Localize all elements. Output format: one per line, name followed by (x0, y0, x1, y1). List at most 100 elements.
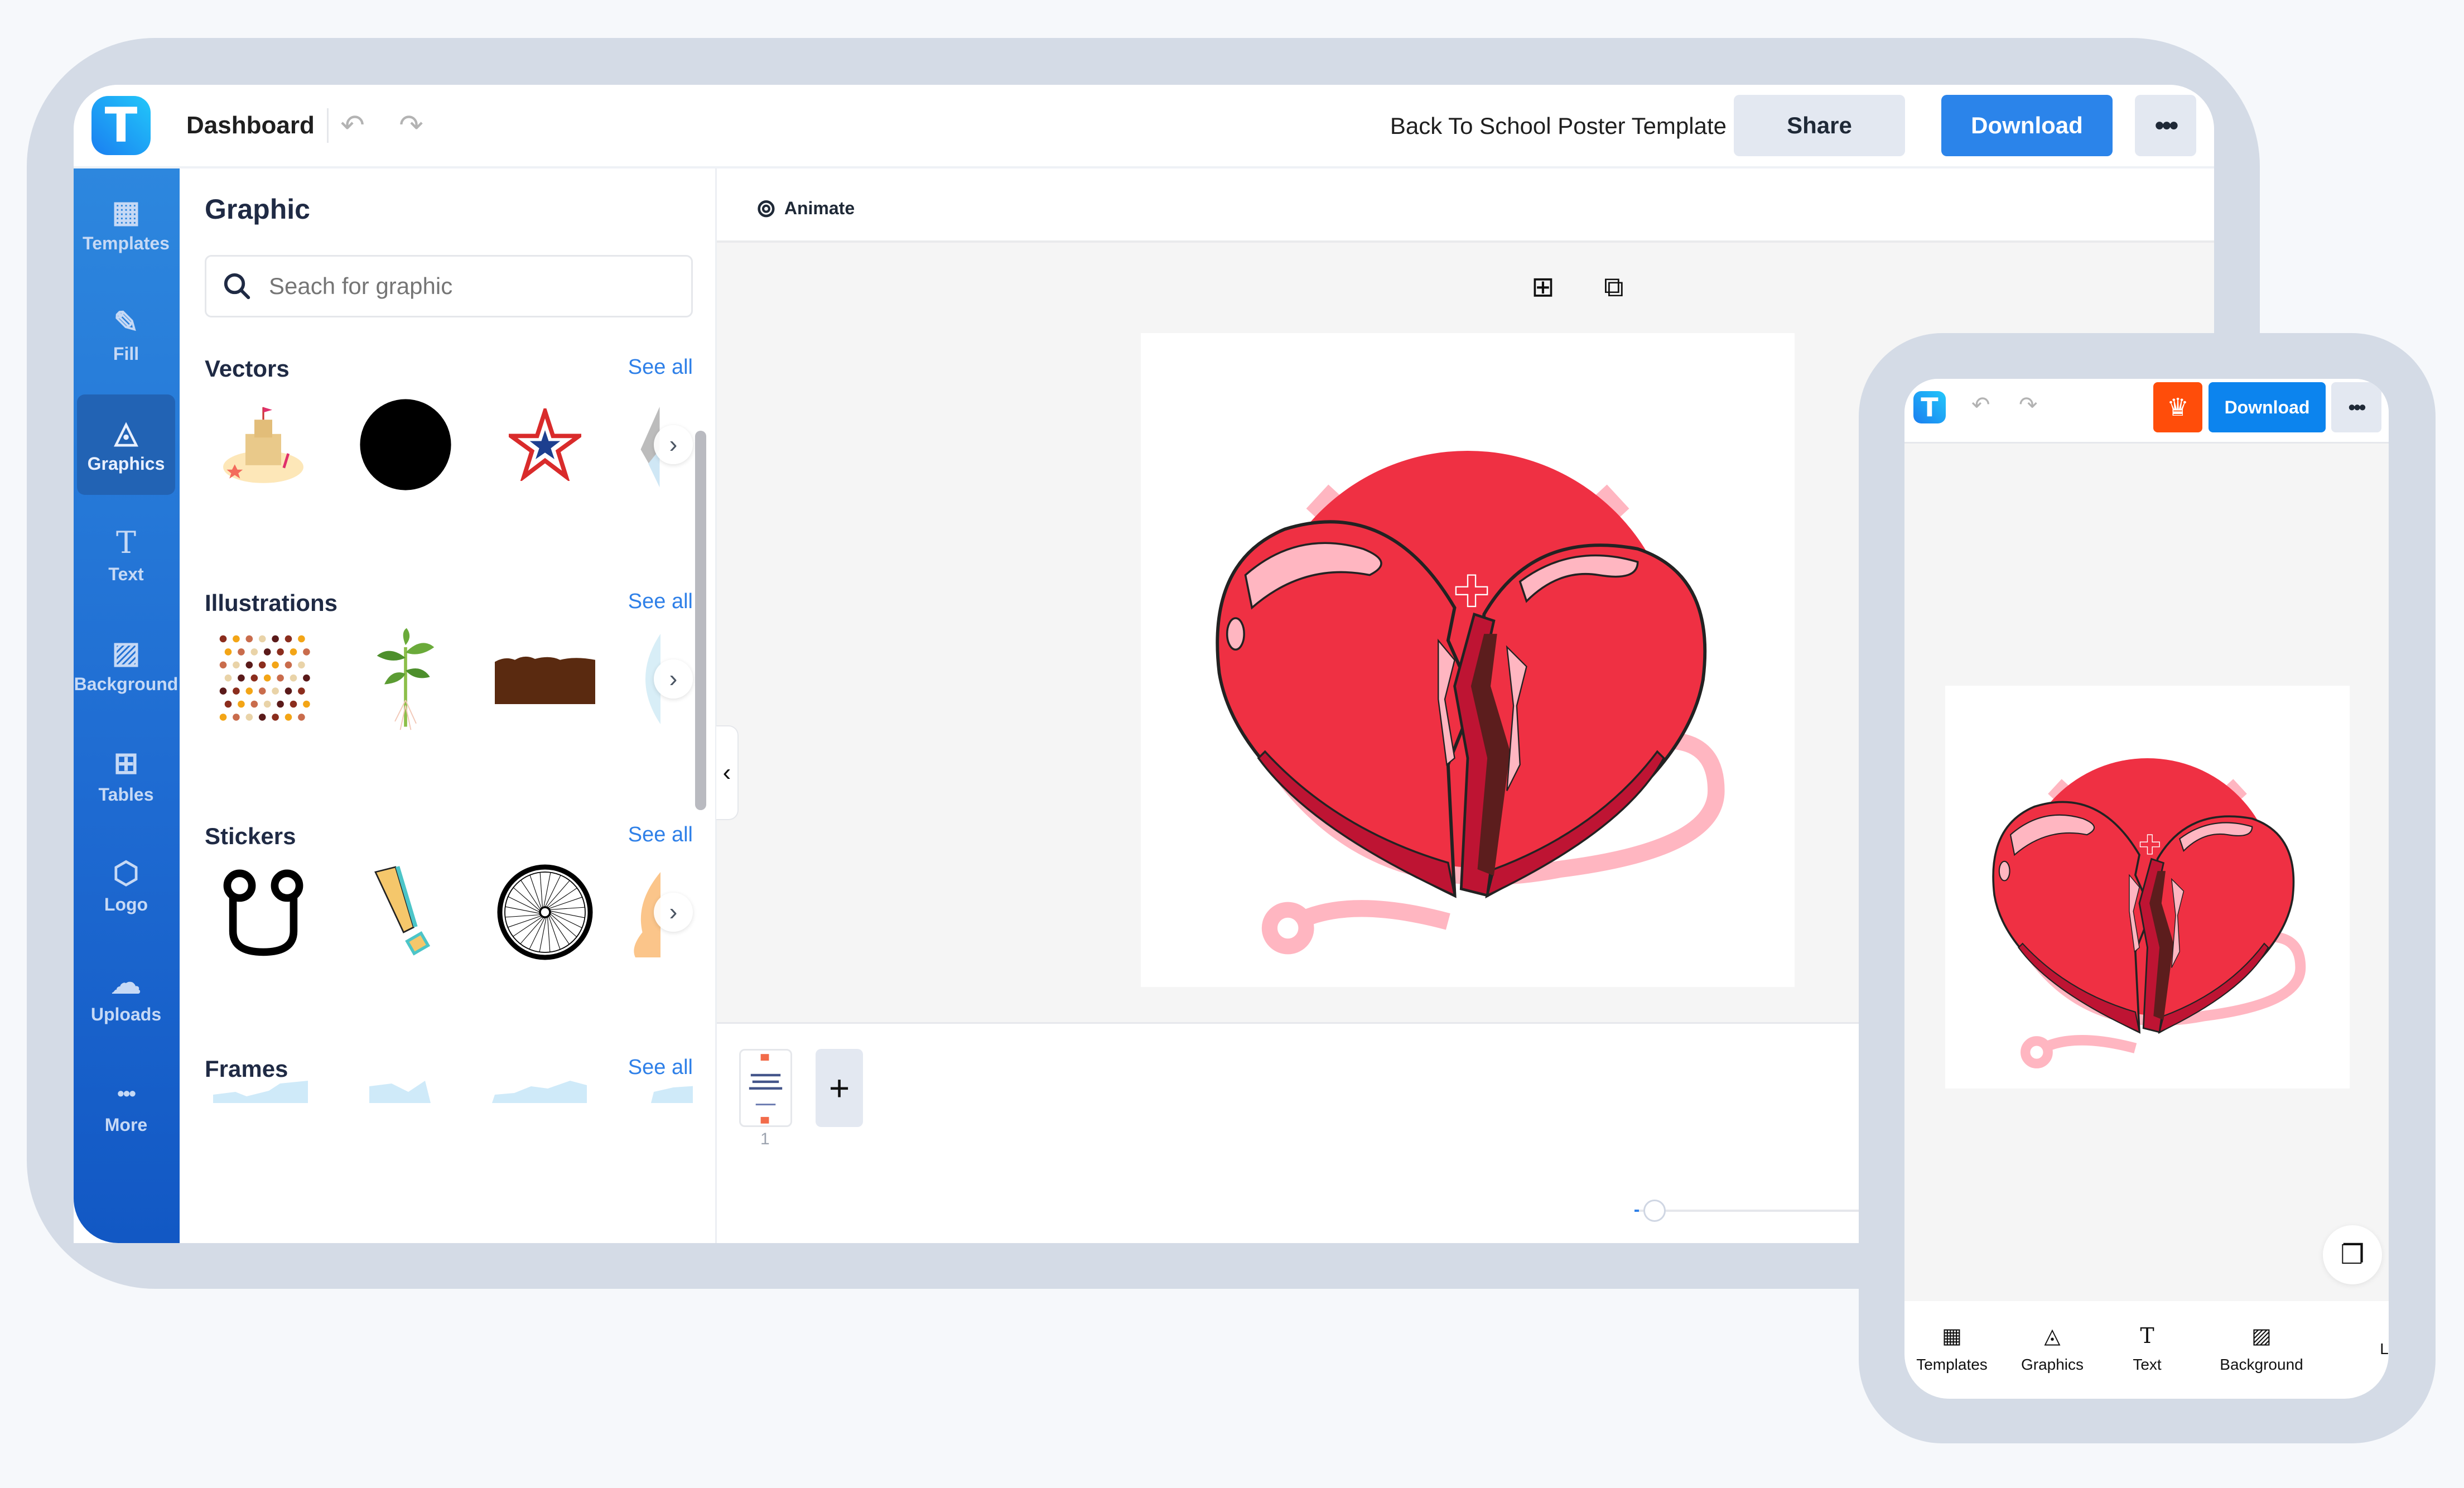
mobile-nav-graphics[interactable]: ◬ Graphics (2016, 1323, 2089, 1374)
cloud-upload-icon: ☁ (111, 966, 141, 1000)
mobile-nav-background[interactable]: ▨ Background (2211, 1323, 2312, 1374)
mobile-bottom-nav: ▦ Templates ◬ Graphics T Text ▨ Backgrou… (1904, 1301, 2389, 1399)
templates-icon: ▦ (112, 195, 141, 229)
nav-label: Templates (1916, 1356, 1988, 1373)
document-title[interactable]: Back To School Poster Template (1390, 113, 1727, 139)
sidebar-item-more[interactable]: ••• More (77, 1056, 175, 1156)
sidebar-item-background[interactable]: ▨ Background (74, 615, 179, 715)
more-icon: ••• (117, 1081, 136, 1105)
sticker-stethoscope[interactable] (208, 854, 319, 971)
duplicate-page-icon[interactable]: ⧉ (1604, 271, 1624, 304)
sidebar-item-logo[interactable]: ⬡ Logo (77, 835, 175, 936)
logo-letter: T (104, 98, 138, 153)
sidebar-item-label: More (104, 1114, 148, 1135)
broken-heart-graphic[interactable] (1141, 333, 1795, 987)
section-title: Illustrations (205, 590, 338, 616)
download-button[interactable]: Download (1941, 95, 2113, 156)
app-logo[interactable]: T (91, 96, 151, 155)
graphics-panel: Graphic Vectors See all (180, 168, 717, 1243)
background-icon: ▨ (2251, 1325, 2272, 1348)
section-title: Vectors (205, 355, 290, 382)
redo-icon[interactable]: ↷ (394, 107, 428, 144)
frame-thumbnail[interactable] (344, 1081, 456, 1103)
vector-black-circle[interactable] (350, 386, 461, 503)
sidebar-item-label: Tables (98, 784, 154, 805)
redo-icon[interactable]: ↷ (2019, 392, 2038, 418)
app-logo[interactable]: T (1913, 391, 1946, 423)
frame-thumbnail[interactable] (623, 1081, 693, 1103)
mobile-nav-text[interactable]: T Text (2119, 1323, 2175, 1374)
premium-crown-button[interactable]: ♛ (2153, 382, 2202, 432)
frame-thumbnail[interactable] (205, 1081, 316, 1103)
nav-label: Background (2220, 1356, 2303, 1373)
sidebar-item-label: Background (74, 673, 179, 694)
add-page-icon[interactable]: ⊞ (1531, 271, 1555, 303)
table-icon: ⊞ (113, 746, 139, 780)
more-options-button[interactable]: ••• (2135, 95, 2196, 156)
canvas-toolbar: ⊚ Animate (717, 168, 2214, 243)
shapes-icon: ◬ (114, 415, 138, 449)
sidebar-item-label: Templates (83, 233, 170, 253)
broken-heart-graphic[interactable] (1945, 686, 2350, 1089)
see-all-link[interactable]: See all (628, 355, 693, 379)
dashboard-link[interactable]: Dashboard (186, 112, 315, 139)
section-title: Stickers (205, 823, 296, 849)
text-icon: T (2140, 1323, 2154, 1348)
mobile-editor: T ↶ ↷ ♛ Download ••• ❐ ▦ Templates ◬ Gra… (1904, 379, 2389, 1399)
pages-icon[interactable]: ❐ (2323, 1225, 2382, 1284)
slider-fill (1634, 1210, 1639, 1212)
next-arrow-button[interactable]: › (654, 425, 693, 464)
sidebar-item-label: Text (108, 564, 144, 584)
sidebar: ▦ Templates ✎ Fill ◬ Graphics T Text ▨ B… (74, 168, 180, 1243)
share-button[interactable]: Share (1734, 95, 1905, 156)
illustration-seedling[interactable] (350, 620, 461, 738)
next-arrow-button[interactable]: › (654, 659, 693, 699)
search-box[interactable] (205, 255, 693, 317)
undo-icon[interactable]: ↶ (336, 107, 369, 144)
sidebar-item-uploads[interactable]: ☁ Uploads (77, 945, 175, 1046)
mobile-nav-partial[interactable]: L (2373, 1335, 2389, 1358)
illustration-leaves-pattern[interactable] (208, 620, 319, 738)
search-input[interactable] (269, 273, 659, 300)
add-page-button[interactable]: + (816, 1049, 863, 1127)
see-all-link[interactable]: See all (628, 823, 693, 847)
divider (327, 108, 329, 143)
illustration-soil[interactable] (489, 620, 601, 738)
shapes-icon: ◬ (2044, 1325, 2061, 1348)
undo-icon[interactable]: ↶ (1971, 392, 1990, 418)
nav-label: Graphics (2021, 1356, 2084, 1373)
artboard[interactable] (1141, 333, 1795, 987)
see-all-link[interactable]: See all (628, 590, 693, 614)
templates-icon: ▦ (1942, 1325, 1962, 1348)
sidebar-item-fill[interactable]: ✎ Fill (77, 285, 175, 385)
background-icon: ▨ (112, 635, 141, 670)
sidebar-item-templates[interactable]: ▦ Templates (77, 174, 175, 275)
slider-handle[interactable] (1643, 1200, 1666, 1222)
sidebar-item-tables[interactable]: ⊞ Tables (77, 725, 175, 826)
sidebar-item-text[interactable]: T Text (77, 505, 175, 605)
see-all-link[interactable]: See all (628, 1056, 693, 1080)
nav-label: Text (2133, 1356, 2162, 1373)
frame-thumbnail[interactable] (484, 1081, 595, 1103)
sidebar-item-label: Fill (113, 343, 139, 364)
nav-label: L (2380, 1340, 2389, 1357)
mobile-artboard[interactable] (1945, 686, 2350, 1089)
vector-sandcastle[interactable] (208, 386, 319, 503)
sidebar-item-graphics[interactable]: ◬ Graphics (77, 394, 175, 495)
mobile-nav-templates[interactable]: ▦ Templates (1916, 1323, 1988, 1374)
animate-icon: ⊚ (756, 195, 777, 222)
page-thumbnail[interactable] (739, 1049, 792, 1127)
logo-icon: ⬡ (113, 856, 139, 890)
app-header: T Dashboard ↶ ↷ Back To School Poster Te… (74, 85, 2214, 168)
animate-button[interactable]: ⊚ Animate (756, 194, 855, 223)
next-arrow-button[interactable]: › (654, 893, 693, 932)
sticker-exclamation[interactable] (350, 854, 461, 971)
more-options-button[interactable]: ••• (2331, 382, 2381, 432)
page-number: 1 (760, 1130, 770, 1148)
download-button[interactable]: Download (2209, 382, 2326, 432)
sticker-bicycle-wheel[interactable] (489, 854, 601, 971)
vector-star[interactable] (489, 386, 601, 503)
collapse-panel-button[interactable]: ‹ (716, 725, 739, 820)
panel-scrollbar[interactable] (695, 431, 706, 810)
text-icon: T (115, 524, 137, 560)
